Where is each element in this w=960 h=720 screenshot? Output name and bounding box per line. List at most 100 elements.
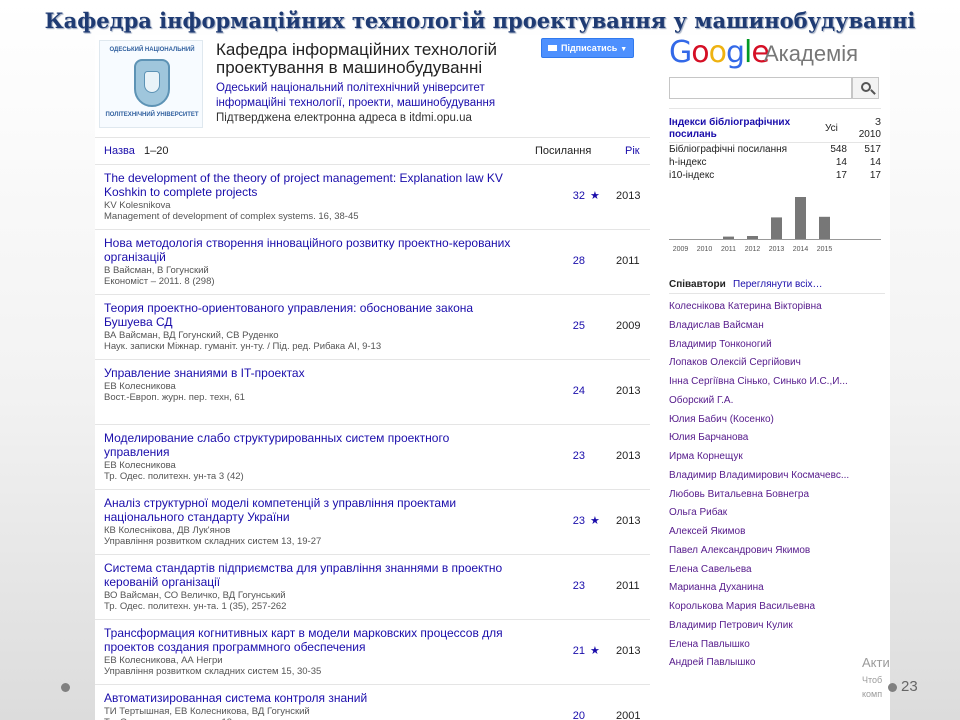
cited-by-header[interactable]: Посилання (535, 138, 591, 165)
table-row: Система стандартів підприємства для упра… (95, 555, 650, 620)
article-title-link[interactable]: Автоматизированная система контроля знан… (104, 691, 514, 705)
profile-email: Підтверджена електронна адреса в itdmi.o… (216, 112, 472, 124)
coauthor-link[interactable]: Павел Александрович Якимов (669, 545, 810, 556)
chevron-down-icon: ▼ (620, 46, 628, 53)
coauthor-link[interactable]: Колеснікова Катерина Вікторівна (669, 301, 822, 312)
stats-all-value: 17 (835, 170, 847, 181)
coauthor-link[interactable]: Елена Павлышко (669, 639, 750, 650)
article-authors: KV Kolesnikova (104, 200, 171, 211)
coauthors-title: Співавтори (669, 279, 726, 290)
table-row: The development of the theory of project… (95, 165, 650, 230)
star-icon[interactable]: ★ (590, 514, 600, 527)
google-logo[interactable]: Google (669, 35, 770, 70)
follow-label: Підписатись (561, 43, 618, 53)
article-title-link[interactable]: Система стандартів підприємства для упра… (104, 561, 514, 589)
coauthor-link[interactable]: Любовь Витальевна Бовнегра (669, 489, 809, 500)
article-title-link[interactable]: The development of the theory of project… (104, 171, 514, 199)
logo-text-top: ОДЕСЬКИЙ НАЦІОНАЛЬНИЙ (109, 47, 195, 53)
stats-col-since: З 2010 (858, 117, 881, 140)
article-authors: В Вайсман, В Гогунский (104, 265, 209, 276)
profile-affiliation[interactable]: Одеський національний політехнічний унів… (216, 81, 485, 95)
stats-label: Бібліографічні посилання (669, 144, 788, 155)
article-authors: ТИ Тертышная, ЕВ Колесникова, ВД Гогунск… (104, 706, 310, 717)
coauthor-link[interactable]: Владимир Петрович Кулик (669, 620, 793, 631)
article-title-link[interactable]: Управление знаниями в IT-проектах (104, 366, 514, 380)
table-row: Трансформация когнитивных карт в модели … (95, 620, 650, 685)
search-button[interactable] (852, 77, 879, 99)
article-authors: ЕВ Колесникова, АА Негри (104, 655, 223, 666)
coauthor-link[interactable]: Юлия Барчанова (669, 432, 748, 443)
sort-by-title[interactable]: Назва (104, 138, 135, 165)
article-year: 2013 (616, 645, 641, 657)
chart-bar-2011 (723, 236, 734, 239)
slide-dot-left (61, 683, 70, 692)
article-year: 2009 (616, 320, 641, 332)
cited-by-count[interactable]: 23 (535, 580, 585, 592)
article-authors: ВО Вайсман, СО Величко, ВД Гогунський (104, 590, 286, 601)
profile-name-line2: проектування в машинобудуванні (216, 58, 483, 77)
citation-indices-title[interactable]: Індекси бібліографічних посилань (669, 117, 799, 141)
star-icon[interactable]: ★ (590, 189, 600, 202)
coauthor-link[interactable]: Лопаков Олексій Сергійович (669, 357, 801, 368)
cited-by-count[interactable]: 28 (535, 255, 585, 267)
cited-by-count[interactable]: 24 (535, 385, 585, 397)
cited-by-count[interactable]: 21 (535, 645, 585, 657)
activation-line2: Чтоб (862, 675, 883, 685)
cited-by-count[interactable]: 20 (535, 710, 585, 720)
article-year: 2011 (616, 580, 640, 592)
search-input[interactable] (669, 77, 852, 99)
coauthor-link[interactable]: Марианна Духанина (669, 582, 764, 593)
chart-tick-label: 2009 (673, 246, 689, 253)
article-year: 2013 (616, 515, 641, 527)
article-title-link[interactable]: Трансформация когнитивных карт в модели … (104, 626, 514, 654)
cited-by-count[interactable]: 23 (535, 515, 585, 527)
scholar-product-name: Академія (764, 41, 859, 66)
follow-button[interactable]: Підписатись ▼ (541, 38, 634, 58)
table-row: Управление знаниями в IT-проектах ЕВ Коле… (95, 360, 650, 425)
coauthor-link[interactable]: Королькова Мария Васильевна (669, 601, 815, 612)
profile-header: ОДЕСЬКИЙ НАЦІОНАЛЬНИЙ ПОЛІТЕХНІЧНИЙ УНІВ… (95, 35, 650, 138)
table-row: Аналіз структурної моделі компетенцій з … (95, 490, 650, 555)
google-logo-letter: o (708, 35, 727, 70)
coauthor-link[interactable]: Елена Савельева (669, 564, 752, 575)
profile-name-line1: Кафедра інформаційних технологій (216, 40, 497, 59)
coauthor-link[interactable]: Ирма Корнещук (669, 451, 743, 462)
article-year: 2011 (616, 255, 640, 267)
coauthor-link[interactable]: Алексей Якимов (669, 526, 745, 537)
coauthor-link[interactable]: Владислав Вайсман (669, 320, 764, 331)
article-publication: Наук. записки Міжнар. гуманіт. ун-ту. / … (104, 341, 382, 352)
coauthor-link[interactable]: Ольга Рибак (669, 507, 727, 518)
coauthor-link[interactable]: Оборский Г.А. (669, 395, 733, 406)
star-icon[interactable]: ★ (590, 644, 600, 657)
article-title-link[interactable]: Моделирование слабо структурированных си… (104, 431, 514, 459)
coauthor-link[interactable]: Владимир Владимирович Космачевс... (669, 470, 849, 481)
table-row: Моделирование слабо структурированных си… (95, 425, 650, 490)
chart-bar-2012 (747, 236, 758, 239)
sort-by-year[interactable]: Рік (625, 138, 640, 165)
article-publication: Управління розвитком складних систем 13,… (104, 536, 322, 547)
article-title-link[interactable]: Нова методологія створення інноваційного… (104, 236, 514, 264)
stats-all-value: 548 (830, 144, 847, 155)
article-title-link[interactable]: Теория проектно-ориентованого управления… (104, 301, 514, 329)
logo-text-bottom: ПОЛІТЕХНІЧНИЙ УНІВЕРСИТЕТ (105, 112, 199, 118)
coauthor-link[interactable]: Юлия Бабич (Косенко) (669, 414, 774, 425)
cited-by-count[interactable]: 32 (535, 190, 585, 202)
table-header: Назва 1–20 Посилання Рік (95, 138, 650, 165)
university-logo: ОДЕСЬКИЙ НАЦІОНАЛЬНИЙ ПОЛІТЕХНІЧНИЙ УНІВ… (99, 40, 203, 128)
article-year: 2013 (616, 450, 641, 462)
cited-by-count[interactable]: 25 (535, 320, 585, 332)
article-title-link[interactable]: Аналіз структурної моделі компетенцій з … (104, 496, 514, 524)
cited-by-count[interactable]: 23 (535, 450, 585, 462)
coauthor-link[interactable]: Владимир Тонконогий (669, 339, 772, 350)
profile-interests[interactable]: інформаційні технології, проекти, машино… (216, 96, 495, 110)
coauthor-link[interactable]: Інна Сергіївна Сінько, Синько И.С.,И... (669, 376, 848, 387)
table-row: Нова методологія створення інноваційного… (95, 230, 650, 295)
slide-title: Кафедра інформаційних технологій проекту… (44, 8, 916, 33)
coauthor-link[interactable]: Андрей Павлышко (669, 657, 755, 668)
view-all-coauthors-link[interactable]: Переглянути всіх… (733, 279, 822, 290)
article-authors: ВА Вайсман, ВД Гогунский, СВ Руденко (104, 330, 279, 341)
article-publication: Тр. Одес. политехн. ун-та. 1 (35), 257-2… (104, 601, 287, 612)
article-authors: ЕВ Колесникова (104, 381, 176, 392)
article-year: 2013 (616, 190, 641, 202)
chart-bar-2015 (819, 216, 830, 239)
